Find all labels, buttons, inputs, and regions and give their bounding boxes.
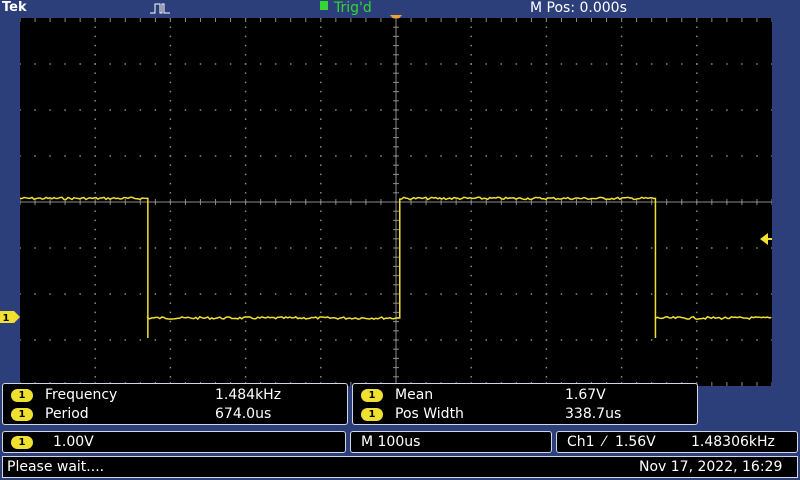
trigger-frequency: 1.48306kHz <box>691 434 775 450</box>
measurement-value: 1.484kHz <box>215 387 282 403</box>
date-time: Nov 17, 2022, 16:29 <box>639 459 783 475</box>
channel1-ground-marker[interactable]: 1 <box>0 311 20 323</box>
channel1-badge: 1 <box>361 408 383 421</box>
run-pulse-icon <box>150 3 170 14</box>
channel1-badge: 1 <box>11 389 33 402</box>
measurement-row: 1 Frequency 1.484kHz <box>3 386 347 404</box>
measurement-value: 674.0us <box>215 406 272 422</box>
channel1-ground-label: 1 <box>3 313 10 323</box>
measurement-name: Frequency <box>45 387 118 403</box>
measurement-name: Mean <box>395 387 434 403</box>
trigger-status: Trig'd <box>320 0 372 16</box>
measurement-row: 1 Period 674.0us <box>3 405 347 423</box>
oscilloscope-screen: Tek Trig'd M Pos: 0.000s T 1 1 Frequency… <box>0 0 800 480</box>
measurement-name: Period <box>45 406 89 422</box>
trigger-status-icon <box>320 1 328 10</box>
trigger-level: 1.56V <box>615 434 656 450</box>
timebase-value: M 100us <box>361 434 421 450</box>
channel1-badge: 1 <box>11 408 33 421</box>
trigger-source: Ch1 <box>567 434 595 450</box>
waveform-display[interactable] <box>20 18 772 386</box>
measurement-row: 1 Pos Width 338.7us <box>353 405 697 423</box>
timebase-readout[interactable]: M 100us <box>350 431 552 453</box>
measurement-panel-right: 1 Mean 1.67V 1 Pos Width 338.7us <box>352 383 698 425</box>
channel1-scale-readout[interactable]: 1 1.00V <box>2 431 346 453</box>
channel1-scale: 1.00V <box>53 434 94 450</box>
trigger-readout[interactable]: Ch1 ⁄ 1.56V 1.48306kHz <box>556 431 798 453</box>
measurement-panel-left: 1 Frequency 1.484kHz 1 Period 674.0us <box>2 383 348 425</box>
measurement-value: 1.67V <box>565 387 606 403</box>
message-bar: Please wait.... Nov 17, 2022, 16:29 <box>2 456 798 478</box>
measurement-row: 1 Mean 1.67V <box>353 386 697 404</box>
brand-logo: Tek <box>2 0 27 15</box>
trigger-level-marker[interactable] <box>760 233 772 245</box>
channel1-badge: 1 <box>361 389 383 402</box>
status-message: Please wait.... <box>7 459 105 475</box>
trigger-status-label: Trig'd <box>334 0 372 16</box>
measurement-name: Pos Width <box>395 406 464 422</box>
horizontal-position: M Pos: 0.000s <box>530 0 627 16</box>
trigger-slope-icon: ⁄ <box>603 434 606 450</box>
measurement-value: 338.7us <box>565 406 622 422</box>
channel1-badge: 1 <box>11 436 33 449</box>
